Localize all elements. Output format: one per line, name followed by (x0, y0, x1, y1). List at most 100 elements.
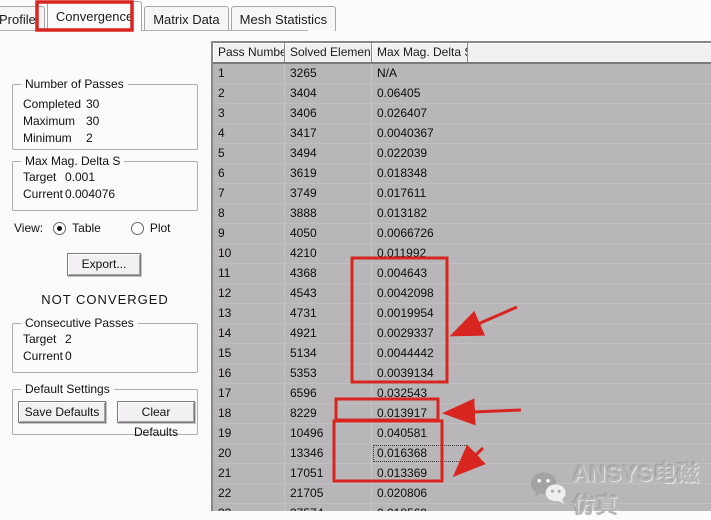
table-row[interactable]: 534940.022039 (213, 144, 711, 164)
plot-radio[interactable] (131, 222, 144, 235)
pass-number-cell[interactable]: 14 (213, 324, 285, 343)
max-mag-delta-s-cell[interactable]: 0.0029337 (372, 324, 468, 343)
table-row[interactable]: 1042100.011992 (213, 244, 711, 264)
solved-elements-cell[interactable]: 4921 (285, 324, 372, 343)
pass-number-cell[interactable]: 4 (213, 124, 285, 143)
max-mag-delta-s-cell[interactable]: 0.018569 (372, 504, 468, 511)
table-radio-label[interactable]: Table (72, 221, 101, 235)
solved-elements-cell[interactable]: 3265 (285, 64, 372, 83)
max-mag-delta-s-cell[interactable]: 0.0042098 (372, 284, 468, 303)
solved-elements-cell[interactable]: 3749 (285, 184, 372, 203)
table-row[interactable]: 434170.0040367 (213, 124, 711, 144)
export-button[interactable]: Export... (67, 253, 141, 276)
table-row[interactable]: 737490.017611 (213, 184, 711, 204)
solved-elements-cell[interactable]: 17051 (285, 464, 372, 483)
pass-number-cell[interactable]: 7 (213, 184, 285, 203)
pass-number-cell[interactable]: 22 (213, 484, 285, 503)
max-mag-delta-s-cell[interactable]: 0.0040367 (372, 124, 468, 143)
tab-matrix-data[interactable]: Matrix Data (144, 6, 228, 31)
table-row[interactable]: 19104960.040581 (213, 424, 711, 444)
pass-number-cell[interactable]: 20 (213, 444, 285, 463)
max-mag-delta-s-cell[interactable]: 0.040581 (372, 424, 468, 443)
max-mag-delta-s-cell[interactable]: 0.026407 (372, 104, 468, 123)
table-row[interactable]: 234040.06405 (213, 84, 711, 104)
max-mag-delta-s-cell[interactable]: N/A (372, 64, 468, 83)
pass-number-cell[interactable]: 2 (213, 84, 285, 103)
max-mag-delta-s-cell[interactable]: 0.032543 (372, 384, 468, 403)
pass-number-cell[interactable]: 3 (213, 104, 285, 123)
table-row[interactable]: 1765960.032543 (213, 384, 711, 404)
max-mag-delta-s-cell[interactable]: 0.013182 (372, 204, 468, 223)
max-mag-delta-s-cell[interactable]: 0.06405 (372, 84, 468, 103)
table-row[interactable]: 23275740.018569 (213, 504, 711, 511)
plot-radio-label[interactable]: Plot (150, 221, 171, 235)
pass-number-cell[interactable]: 8 (213, 204, 285, 223)
max-mag-delta-s-cell[interactable]: 0.016368 (372, 444, 468, 463)
pass-number-cell[interactable]: 18 (213, 404, 285, 423)
solved-elements-cell[interactable]: 4731 (285, 304, 372, 323)
table-row[interactable]: 334060.026407 (213, 104, 711, 124)
max-mag-delta-s-cell[interactable]: 0.017611 (372, 184, 468, 203)
table-row[interactable]: 1551340.0044442 (213, 344, 711, 364)
max-mag-delta-s-cell[interactable]: 0.004643 (372, 264, 468, 283)
pass-number-cell[interactable]: 13 (213, 304, 285, 323)
pass-number-cell[interactable]: 1 (213, 64, 285, 83)
pass-number-cell[interactable]: 10 (213, 244, 285, 263)
solved-elements-cell[interactable]: 4543 (285, 284, 372, 303)
pass-number-column-header[interactable]: Pass Number (213, 43, 285, 62)
pass-number-cell[interactable]: 6 (213, 164, 285, 183)
tab-convergence[interactable]: Convergence (47, 1, 142, 31)
max-mag-delta-s-cell[interactable]: 0.018348 (372, 164, 468, 183)
max-mag-delta-s-cell[interactable]: 0.0044442 (372, 344, 468, 363)
table-radio[interactable] (53, 222, 66, 235)
table-row[interactable]: 13265N/A (213, 64, 711, 84)
solved-elements-cell[interactable]: 13346 (285, 444, 372, 463)
pass-number-cell[interactable]: 19 (213, 424, 285, 443)
pass-number-cell[interactable]: 11 (213, 264, 285, 283)
table-row[interactable]: 1653530.0039134 (213, 364, 711, 384)
table-row[interactable]: 1347310.0019954 (213, 304, 711, 324)
max-mag-delta-s-cell[interactable]: 0.020806 (372, 484, 468, 503)
solved-elements-cell[interactable]: 8229 (285, 404, 372, 423)
tab-profile[interactable]: Profile (0, 6, 45, 31)
table-row[interactable]: 838880.013182 (213, 204, 711, 224)
max-mag-delta-s-cell[interactable]: 0.0019954 (372, 304, 468, 323)
solved-elements-cell[interactable]: 4368 (285, 264, 372, 283)
pass-number-cell[interactable]: 21 (213, 464, 285, 483)
save-defaults-button[interactable]: Save Defaults (18, 401, 106, 423)
solved-elements-cell[interactable]: 4050 (285, 224, 372, 243)
solved-elements-cell[interactable]: 10496 (285, 424, 372, 443)
table-row[interactable]: 20133460.016368 (213, 444, 711, 464)
tab-mesh-statistics[interactable]: Mesh Statistics (231, 6, 336, 31)
pass-number-cell[interactable]: 15 (213, 344, 285, 363)
solved-elements-cell[interactable]: 3417 (285, 124, 372, 143)
solved-elements-cell[interactable]: 3888 (285, 204, 372, 223)
solved-elements-cell[interactable]: 6596 (285, 384, 372, 403)
max-mag-delta-s-column-header[interactable]: Max Mag. Delta S (372, 43, 468, 62)
clear-defaults-button[interactable]: Clear Defaults (117, 401, 195, 423)
solved-elements-cell[interactable]: 3619 (285, 164, 372, 183)
table-row[interactable]: 1143680.004643 (213, 264, 711, 284)
table-row[interactable]: 1245430.0042098 (213, 284, 711, 304)
pass-number-cell[interactable]: 16 (213, 364, 285, 383)
solved-elements-cell[interactable]: 5353 (285, 364, 372, 383)
max-mag-delta-s-cell[interactable]: 0.013369 (372, 464, 468, 483)
pass-number-cell[interactable]: 23 (213, 504, 285, 511)
pass-number-cell[interactable]: 17 (213, 384, 285, 403)
pass-number-cell[interactable]: 12 (213, 284, 285, 303)
solved-elements-cell[interactable]: 4210 (285, 244, 372, 263)
table-row[interactable]: 1449210.0029337 (213, 324, 711, 344)
max-mag-delta-s-cell[interactable]: 0.011992 (372, 244, 468, 263)
solved-elements-column-header[interactable]: Solved Elements (285, 43, 372, 62)
solved-elements-cell[interactable]: 3406 (285, 104, 372, 123)
pass-number-cell[interactable]: 5 (213, 144, 285, 163)
solved-elements-cell[interactable]: 27574 (285, 504, 372, 511)
table-row[interactable]: 21170510.013369 (213, 464, 711, 484)
solved-elements-cell[interactable]: 3494 (285, 144, 372, 163)
table-row[interactable]: 1882290.013917 (213, 404, 711, 424)
table-row[interactable]: 22217050.020806 (213, 484, 711, 504)
table-row[interactable]: 940500.0066726 (213, 224, 711, 244)
solved-elements-cell[interactable]: 5134 (285, 344, 372, 363)
table-row[interactable]: 636190.018348 (213, 164, 711, 184)
max-mag-delta-s-cell[interactable]: 0.013917 (372, 404, 468, 423)
